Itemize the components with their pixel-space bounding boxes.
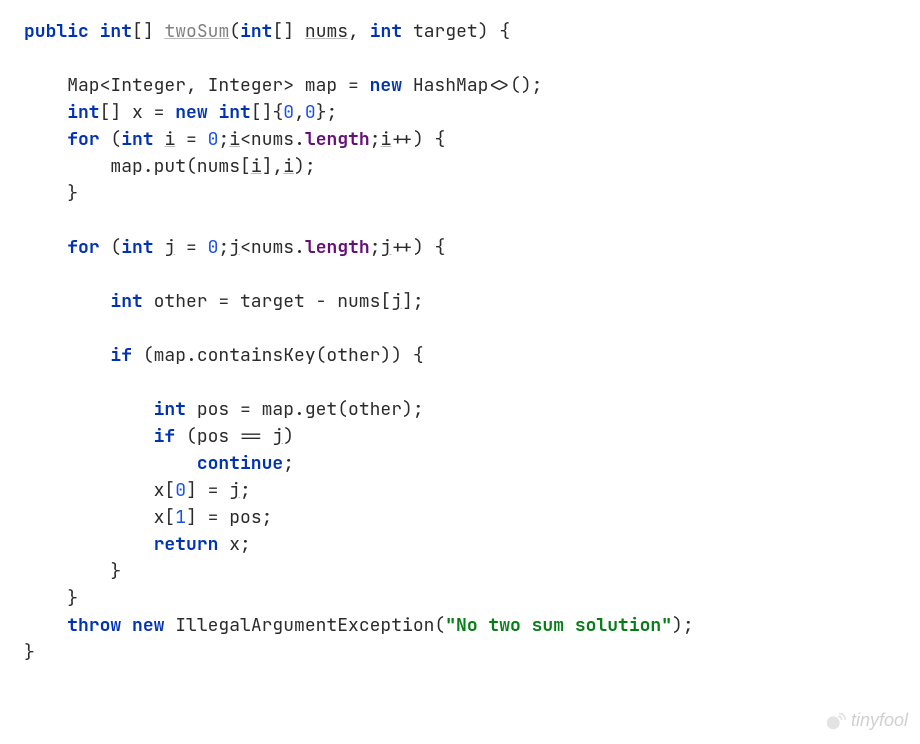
watermark-text: tinyfool	[851, 707, 908, 734]
num-0c: 0	[208, 128, 219, 151]
x0-close: ] =	[186, 479, 229, 502]
kw-return: return	[154, 533, 219, 556]
kw-int-8: int	[110, 290, 142, 313]
num-0a: 0	[283, 101, 294, 124]
method-name: twoSum	[164, 20, 229, 43]
kw-int: int	[100, 20, 132, 43]
brackets-2: []	[272, 20, 294, 43]
kw-int-4: int	[67, 101, 99, 124]
var-i-2: i	[229, 128, 240, 151]
param-nums: nums	[305, 20, 348, 43]
map-decl-right: HashMap<>();	[402, 74, 542, 97]
var-j-1: j	[164, 236, 175, 259]
var-i-3: i	[381, 128, 392, 151]
map-put-right: ],	[262, 155, 284, 178]
kw-int-2: int	[240, 20, 272, 43]
map-decl-left: Map<Integer, Integer> map =	[67, 74, 369, 97]
kw-continue: continue	[197, 452, 283, 475]
var-j-5: j	[272, 425, 283, 448]
var-nums-2: nums	[251, 236, 294, 259]
field-length-1: length	[305, 128, 370, 151]
return-stmt: x;	[218, 533, 250, 556]
var-j-2: j	[229, 236, 240, 259]
kw-int-3: int	[370, 20, 402, 43]
kw-new-1: new	[370, 74, 402, 97]
kw-int-7: int	[121, 236, 153, 259]
var-j-4: j	[391, 290, 402, 313]
other-decl-left: other = target - nums[	[143, 290, 391, 313]
x0-left: x[	[154, 479, 176, 502]
code-block: public int[] twoSum(int[] nums, int targ…	[24, 18, 896, 666]
num-0b: 0	[305, 101, 316, 124]
map-put-left: map.put(nums[	[110, 155, 250, 178]
kw-throw: throw	[67, 614, 121, 637]
kw-public: public	[24, 20, 89, 43]
kw-int-5: int	[218, 101, 250, 124]
x-decl-mid: []{	[251, 101, 283, 124]
exception-class: IllegalArgumentException(	[164, 614, 445, 637]
pos-eq: (pos ==	[175, 425, 272, 448]
kw-new-3: new	[132, 614, 164, 637]
var-i-1: i	[164, 128, 175, 151]
x-decl-left: [] x =	[100, 101, 176, 124]
kw-new-2: new	[175, 101, 207, 124]
contains-left: (map.containsKey(other)) {	[132, 344, 424, 367]
exception-msg: "No two sum solution"	[445, 614, 672, 637]
var-j-6: j	[229, 479, 240, 502]
x1-close: ] =	[186, 506, 229, 529]
num-0d: 0	[208, 236, 219, 259]
close-paren: );	[672, 614, 694, 637]
kw-for-2: for	[67, 236, 99, 259]
weibo-icon	[825, 710, 847, 732]
kw-for-1: for	[67, 128, 99, 151]
pos-decl: pos = map.get(other);	[186, 398, 424, 421]
field-length-2: length	[305, 236, 370, 259]
watermark: tinyfool	[825, 707, 908, 734]
num-1: 1	[175, 506, 186, 529]
kw-if-1: if	[110, 344, 132, 367]
x1-left: x[	[154, 506, 176, 529]
kw-if-2: if	[154, 425, 176, 448]
var-i-4: i	[251, 155, 262, 178]
brackets: []	[132, 20, 154, 43]
kw-int-6: int	[121, 128, 153, 151]
var-i-5: i	[283, 155, 294, 178]
param-target: target	[413, 20, 478, 43]
kw-int-9: int	[154, 398, 186, 421]
var-nums-1: nums	[251, 128, 294, 151]
var-j-3: j	[381, 236, 392, 259]
num-0e: 0	[175, 479, 186, 502]
